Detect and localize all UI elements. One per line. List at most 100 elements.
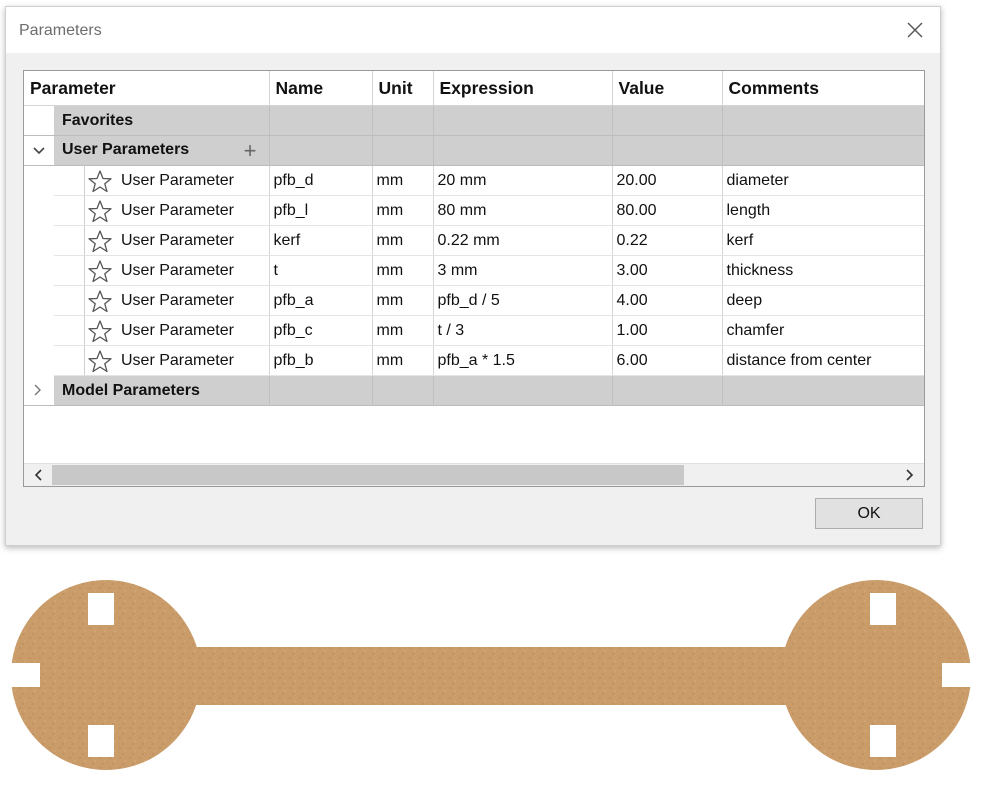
parameter-value: 1.00 bbox=[612, 315, 723, 346]
star-outline-icon[interactable] bbox=[87, 259, 113, 283]
tree-spacer bbox=[24, 105, 54, 136]
parameter-name[interactable]: pfb_d bbox=[269, 165, 373, 196]
parameter-name[interactable]: pfb_b bbox=[269, 345, 373, 376]
title-bar: Parameters bbox=[6, 7, 940, 53]
parameter-type-cell: User Parameter bbox=[54, 285, 270, 316]
parameter-value: 80.00 bbox=[612, 195, 723, 226]
ok-button[interactable]: OK bbox=[815, 498, 923, 529]
parameter-type: User Parameter bbox=[121, 261, 234, 279]
parameter-comment[interactable]: length bbox=[722, 195, 924, 226]
parameter-unit[interactable]: mm bbox=[372, 315, 434, 346]
scroll-right-icon[interactable] bbox=[900, 467, 918, 483]
tree-spacer bbox=[24, 286, 54, 316]
header-row: Parameter Name Unit Expression Value Com… bbox=[24, 71, 924, 106]
column-header-parameter[interactable]: Parameter bbox=[24, 71, 270, 106]
group-row-user-parameters[interactable]: User Parameters + bbox=[24, 135, 924, 166]
parameter-type-cell: User Parameter bbox=[54, 345, 270, 376]
parameter-comment[interactable]: distance from center bbox=[722, 345, 924, 376]
parameter-type-cell: User Parameter bbox=[54, 165, 270, 196]
plus-icon[interactable]: + bbox=[244, 139, 257, 161]
parameter-name[interactable]: pfb_l bbox=[269, 195, 373, 226]
parameter-unit[interactable]: mm bbox=[372, 345, 434, 376]
parameter-expression[interactable]: pfb_a * 1.5 bbox=[433, 345, 613, 376]
parameter-type: User Parameter bbox=[121, 201, 234, 219]
parameter-unit[interactable]: mm bbox=[372, 225, 434, 256]
group-label-favorites: Favorites bbox=[54, 105, 270, 136]
column-header-value[interactable]: Value bbox=[612, 71, 723, 106]
tree-toggle[interactable] bbox=[24, 375, 54, 406]
parameter-type-cell: User Parameter bbox=[54, 315, 270, 346]
star-outline-icon[interactable] bbox=[87, 169, 113, 193]
parameter-name[interactable]: pfb_c bbox=[269, 315, 373, 346]
star-outline-icon[interactable] bbox=[87, 319, 113, 343]
parameter-unit[interactable]: mm bbox=[372, 285, 434, 316]
parameter-expression[interactable]: 0.22 mm bbox=[433, 225, 613, 256]
scroll-left-icon[interactable] bbox=[30, 467, 48, 483]
parameters-dialog: Parameters Parameter Name Unit Expressio… bbox=[5, 6, 941, 546]
parameter-row[interactable]: User Parameter pfb_d mm 20 mm 20.00 diameter bbox=[24, 165, 924, 196]
tree-spacer bbox=[24, 256, 54, 286]
parameter-type: User Parameter bbox=[121, 291, 234, 309]
star-outline-icon[interactable] bbox=[87, 349, 113, 373]
parameter-expression[interactable]: 80 mm bbox=[433, 195, 613, 226]
parameter-row[interactable]: User Parameter pfb_l mm 80 mm 80.00 length bbox=[24, 195, 924, 226]
star-outline-icon[interactable] bbox=[87, 199, 113, 223]
scrollbar-thumb[interactable] bbox=[52, 465, 684, 485]
parameter-expression[interactable]: 3 mm bbox=[433, 255, 613, 286]
parameter-comment[interactable]: kerf bbox=[722, 225, 924, 256]
parameter-type-cell: User Parameter bbox=[54, 255, 270, 286]
parameter-row[interactable]: User Parameter kerf mm 0.22 mm 0.22 kerf bbox=[24, 225, 924, 256]
column-header-comments[interactable]: Comments bbox=[722, 71, 924, 106]
dialog-title: Parameters bbox=[19, 22, 102, 39]
parameter-expression[interactable]: 20 mm bbox=[433, 165, 613, 196]
parameter-type: User Parameter bbox=[121, 351, 234, 369]
parameter-name[interactable]: kerf bbox=[269, 225, 373, 256]
parameter-type: User Parameter bbox=[121, 321, 234, 339]
parameter-comment[interactable]: diameter bbox=[722, 165, 924, 196]
wrench-image bbox=[11, 580, 971, 770]
column-header-expression[interactable]: Expression bbox=[433, 71, 613, 106]
parameter-value: 4.00 bbox=[612, 285, 723, 316]
tree-spacer bbox=[24, 166, 54, 196]
horizontal-scrollbar[interactable] bbox=[24, 463, 924, 486]
parameter-value: 20.00 bbox=[612, 165, 723, 196]
parameter-unit[interactable]: mm bbox=[372, 195, 434, 226]
parameter-comment[interactable]: thickness bbox=[722, 255, 924, 286]
tree-spacer bbox=[24, 346, 54, 376]
group-label-model-parameters: Model Parameters bbox=[54, 375, 270, 406]
parameter-row[interactable]: User Parameter pfb_a mm pfb_d / 5 4.00 deep bbox=[24, 285, 924, 316]
parameter-value: 6.00 bbox=[612, 345, 723, 376]
parameter-expression[interactable]: pfb_d / 5 bbox=[433, 285, 613, 316]
group-row-model-parameters[interactable]: Model Parameters bbox=[24, 375, 924, 406]
parameter-row[interactable]: User Parameter pfb_c mm t / 3 1.00 chamfer bbox=[24, 315, 924, 346]
parameter-unit[interactable]: mm bbox=[372, 255, 434, 286]
parameter-row[interactable]: User Parameter t mm 3 mm 3.00 thickness bbox=[24, 255, 924, 286]
chevron-down-icon[interactable] bbox=[32, 146, 46, 156]
parameter-name[interactable]: t bbox=[269, 255, 373, 286]
parameter-value: 3.00 bbox=[612, 255, 723, 286]
group-row-favorites[interactable]: Favorites bbox=[24, 105, 924, 136]
parameter-type: User Parameter bbox=[121, 231, 234, 249]
tree-toggle[interactable] bbox=[24, 135, 54, 166]
parameter-comment[interactable]: chamfer bbox=[722, 315, 924, 346]
parameter-unit[interactable]: mm bbox=[372, 165, 434, 196]
star-outline-icon[interactable] bbox=[87, 289, 113, 313]
column-header-unit[interactable]: Unit bbox=[372, 71, 434, 106]
column-header-name[interactable]: Name bbox=[269, 71, 373, 106]
parameter-type-cell: User Parameter bbox=[54, 225, 270, 256]
parameter-comment[interactable]: deep bbox=[722, 285, 924, 316]
parameter-type-cell: User Parameter bbox=[54, 195, 270, 226]
tree-spacer bbox=[24, 226, 54, 256]
close-icon[interactable] bbox=[904, 19, 926, 41]
tree-spacer bbox=[24, 196, 54, 226]
chevron-right-icon[interactable] bbox=[32, 383, 44, 397]
group-label-user-parameters: User Parameters + bbox=[54, 135, 270, 166]
parameter-value: 0.22 bbox=[612, 225, 723, 256]
parameter-type: User Parameter bbox=[121, 171, 234, 189]
star-outline-icon[interactable] bbox=[87, 229, 113, 253]
tree-spacer bbox=[24, 316, 54, 346]
parameter-expression[interactable]: t / 3 bbox=[433, 315, 613, 346]
parameter-row[interactable]: User Parameter pfb_b mm pfb_a * 1.5 6.00 dist… bbox=[24, 345, 924, 376]
parameter-name[interactable]: pfb_a bbox=[269, 285, 373, 316]
parameters-table: Parameter Name Unit Expression Value Com… bbox=[23, 70, 925, 487]
